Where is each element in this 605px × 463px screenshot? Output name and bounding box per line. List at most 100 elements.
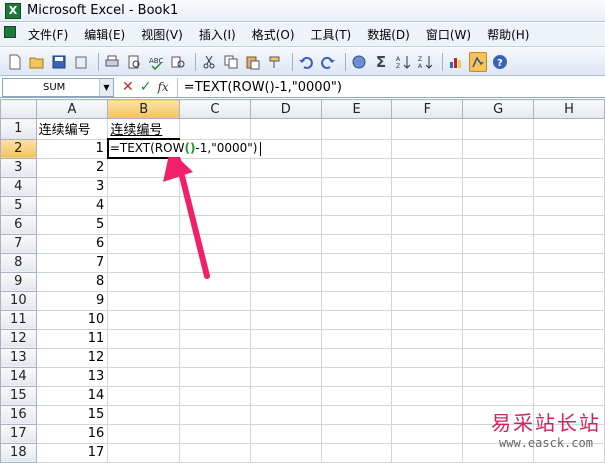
cell-f3[interactable] — [391, 157, 464, 178]
menu-view[interactable]: 视图(V) — [133, 24, 191, 46]
cell-d17[interactable] — [249, 423, 322, 444]
cell-e14[interactable] — [320, 366, 393, 387]
cell-d3[interactable] — [249, 157, 322, 178]
cell-g6[interactable] — [462, 214, 535, 235]
row-header-17[interactable]: 17 — [0, 423, 37, 444]
print-preview-icon[interactable] — [125, 52, 143, 72]
cell-g5[interactable] — [462, 195, 535, 216]
cell-b5[interactable] — [107, 195, 180, 216]
cell-e5[interactable] — [320, 195, 393, 216]
cell-g7[interactable] — [462, 233, 535, 254]
cell-g8[interactable] — [462, 252, 535, 273]
cell-h11[interactable] — [533, 309, 605, 330]
cell-f5[interactable] — [391, 195, 464, 216]
cell-f7[interactable] — [391, 233, 464, 254]
column-header-d[interactable]: D — [249, 99, 322, 119]
cell-d13[interactable] — [249, 347, 322, 368]
cell-c17[interactable] — [178, 423, 251, 444]
enter-button[interactable]: ✓ — [140, 79, 152, 95]
cell-f14[interactable] — [391, 366, 464, 387]
cell-e10[interactable] — [320, 290, 393, 311]
cell-b1[interactable]: 连续编号 — [107, 118, 180, 140]
cell-b13[interactable] — [107, 347, 180, 368]
cell-d18[interactable] — [249, 442, 322, 463]
cell-h2[interactable] — [533, 138, 605, 159]
in-cell-editor[interactable]: =TEXT(ROW()-1,"0000") — [109, 140, 262, 157]
cell-h6[interactable] — [533, 214, 605, 235]
cell-a12[interactable]: 11 — [35, 328, 109, 349]
cell-h13[interactable] — [533, 347, 605, 368]
open-icon[interactable] — [28, 52, 46, 72]
cell-g9[interactable] — [462, 271, 535, 292]
cell-b16[interactable] — [107, 404, 180, 425]
row-header-15[interactable]: 15 — [0, 385, 37, 406]
cell-f12[interactable] — [391, 328, 464, 349]
cell-c9[interactable] — [178, 271, 251, 292]
cell-a4[interactable]: 3 — [35, 176, 109, 197]
row-header-18[interactable]: 18 — [0, 442, 37, 463]
cell-c7[interactable] — [178, 233, 251, 254]
row-header-14[interactable]: 14 — [0, 366, 37, 387]
formula-input[interactable]: =TEXT(ROW()-1,"0000") — [176, 77, 605, 97]
cell-c3[interactable] — [178, 157, 251, 178]
redo-icon[interactable] — [319, 52, 337, 72]
cell-d16[interactable] — [249, 404, 322, 425]
column-header-b[interactable]: B — [107, 99, 180, 119]
chevron-down-icon[interactable]: ▼ — [99, 78, 113, 96]
row-header-4[interactable]: 4 — [0, 176, 37, 197]
column-header-f[interactable]: F — [391, 99, 464, 119]
menu-help[interactable]: 帮助(H) — [479, 24, 537, 46]
cell-f2[interactable] — [391, 138, 464, 159]
cell-c10[interactable] — [178, 290, 251, 311]
cell-e4[interactable] — [320, 176, 393, 197]
cell-c4[interactable] — [178, 176, 251, 197]
cell-a18[interactable]: 17 — [35, 442, 109, 463]
cell-h1[interactable] — [533, 118, 605, 140]
row-header-7[interactable]: 7 — [0, 233, 37, 254]
cell-g4[interactable] — [462, 176, 535, 197]
cell-c6[interactable] — [178, 214, 251, 235]
autosum-icon[interactable]: Σ — [372, 52, 390, 72]
row-header-11[interactable]: 11 — [0, 309, 37, 330]
cell-h15[interactable] — [533, 385, 605, 406]
cell-e13[interactable] — [320, 347, 393, 368]
cell-e7[interactable] — [320, 233, 393, 254]
cell-e8[interactable] — [320, 252, 393, 273]
column-header-h[interactable]: H — [533, 99, 605, 119]
cell-c5[interactable] — [178, 195, 251, 216]
cell-a2[interactable]: 1 — [35, 138, 109, 159]
copy-icon[interactable] — [222, 52, 240, 72]
cell-a17[interactable]: 16 — [35, 423, 109, 444]
cell-h10[interactable] — [533, 290, 605, 311]
cell-a1[interactable]: 连续编号 — [35, 118, 109, 140]
cell-f8[interactable] — [391, 252, 464, 273]
cell-b9[interactable] — [107, 271, 180, 292]
cell-f15[interactable] — [391, 385, 464, 406]
cell-h4[interactable] — [533, 176, 605, 197]
cell-f18[interactable] — [391, 442, 464, 463]
cell-c13[interactable] — [178, 347, 251, 368]
cell-g12[interactable] — [462, 328, 535, 349]
cell-b17[interactable] — [107, 423, 180, 444]
cell-a11[interactable]: 10 — [35, 309, 109, 330]
sort-ascending-icon[interactable]: AZ — [394, 52, 412, 72]
permission-icon[interactable] — [72, 52, 90, 72]
cell-b6[interactable] — [107, 214, 180, 235]
save-icon[interactable] — [50, 52, 68, 72]
cell-e6[interactable] — [320, 214, 393, 235]
select-all-corner[interactable] — [0, 99, 37, 119]
cell-b18[interactable] — [107, 442, 180, 463]
cell-e17[interactable] — [320, 423, 393, 444]
row-header-1[interactable]: 1 — [0, 118, 37, 140]
menu-window[interactable]: 窗口(W) — [418, 24, 479, 46]
research-icon[interactable] — [169, 52, 187, 72]
cell-c14[interactable] — [178, 366, 251, 387]
menu-insert[interactable]: 插入(I) — [191, 24, 244, 46]
cell-e1[interactable] — [320, 118, 393, 140]
help-icon[interactable]: ? — [491, 52, 509, 72]
row-header-2[interactable]: 2 — [0, 138, 37, 159]
column-header-g[interactable]: G — [462, 99, 535, 119]
cell-e16[interactable] — [320, 404, 393, 425]
cell-a5[interactable]: 4 — [35, 195, 109, 216]
row-header-10[interactable]: 10 — [0, 290, 37, 311]
